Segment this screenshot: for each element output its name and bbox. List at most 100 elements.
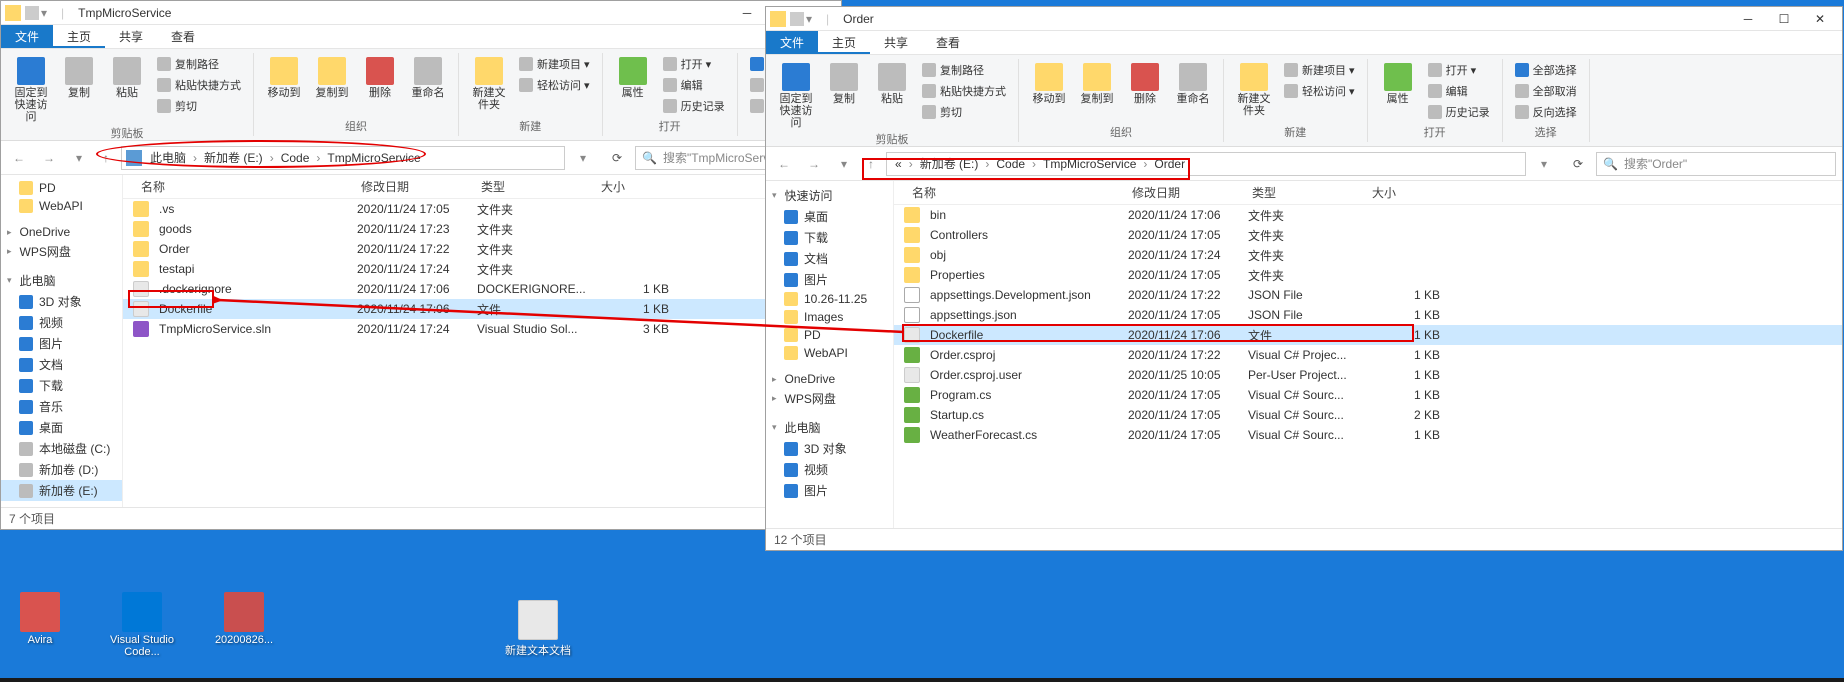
file-row[interactable]: appsettings.Development.json 2020/11/24 … xyxy=(894,285,1842,305)
copyto-button[interactable]: 复制到 xyxy=(1075,61,1119,107)
tab-file[interactable]: 文件 xyxy=(1,25,53,48)
nav-item[interactable]: 视频 xyxy=(766,459,893,480)
column-header-name[interactable]: 名称 xyxy=(133,178,353,195)
pasteshortcut-button[interactable]: 粘贴快捷方式 xyxy=(153,76,245,94)
file-row[interactable]: WeatherForecast.cs 2020/11/24 17:05 Visu… xyxy=(894,425,1842,445)
edit-button[interactable]: 编辑 xyxy=(659,76,729,94)
edit-button[interactable]: 编辑 xyxy=(1424,82,1494,100)
tab-home[interactable]: 主页 xyxy=(53,25,105,48)
search-input[interactable]: 🔍 搜索"Order" xyxy=(1596,152,1836,176)
breadcrumb-item[interactable]: Code xyxy=(992,157,1029,171)
file-row[interactable]: Controllers 2020/11/24 17:05 文件夹 xyxy=(894,225,1842,245)
quickaccess-icon[interactable] xyxy=(25,6,39,20)
file-list[interactable]: bin 2020/11/24 17:06 文件夹 Controllers 202… xyxy=(894,205,1842,528)
file-row[interactable]: Dockerfile 2020/11/24 17:06 文件 1 KB xyxy=(894,325,1842,345)
forward-button[interactable]: → xyxy=(37,146,61,170)
paste-button[interactable]: 粘贴 xyxy=(870,61,914,107)
minimize-button[interactable]: ─ xyxy=(729,1,765,25)
file-row[interactable]: TmpMicroService.sln 2020/11/24 17:24 Vis… xyxy=(123,319,841,339)
column-headers[interactable]: 名称修改日期类型大小 xyxy=(894,181,1842,205)
nav-item[interactable]: WebAPI xyxy=(1,197,122,215)
breadcrumb-item[interactable]: 新加卷 (E:) xyxy=(916,155,983,172)
breadcrumb-item[interactable]: Order xyxy=(1150,157,1189,171)
column-header-type[interactable]: 类型 xyxy=(1244,184,1364,201)
nav-item[interactable]: 10.26-11.25 xyxy=(766,290,893,308)
breadcrumb[interactable]: «›新加卷 (E:)›Code›TmpMicroService›Order xyxy=(886,152,1526,176)
nav-item[interactable]: WebAPI xyxy=(766,344,893,362)
delete-button[interactable]: 删除 xyxy=(1123,61,1167,107)
file-row[interactable]: .dockerignore 2020/11/24 17:06 DOCKERIGN… xyxy=(123,279,841,299)
cut-button[interactable]: 剪切 xyxy=(918,103,1010,121)
nav-pane[interactable]: ▾快速访问桌面下载文档图片10.26-11.25ImagesPDWebAPI▸O… xyxy=(766,181,894,528)
close-button[interactable]: ✕ xyxy=(1802,7,1838,31)
maximize-button[interactable]: ☐ xyxy=(1766,7,1802,31)
rename-button[interactable]: 重命名 xyxy=(406,55,450,101)
newitem-button[interactable]: 新建项目 ▾ xyxy=(1280,61,1359,79)
nav-item[interactable]: 图片 xyxy=(1,333,122,354)
breadcrumb-item[interactable]: Code xyxy=(277,151,314,165)
breadcrumb-item[interactable]: 新加卷 (E:) xyxy=(200,149,267,166)
taskbar[interactable] xyxy=(0,678,1844,682)
nav-item[interactable]: 图片 xyxy=(766,269,893,290)
up-button[interactable]: ↑ xyxy=(862,157,880,171)
desktop-txt-icon[interactable]: 新建文本文档 xyxy=(500,600,576,658)
desktop-icon[interactable]: Visual Studio Code... xyxy=(104,592,180,658)
nav-cloud-item[interactable]: ▸OneDrive xyxy=(766,370,893,388)
delete-button[interactable]: 删除 xyxy=(358,55,402,101)
file-row[interactable]: Order.csproj 2020/11/24 17:22 Visual C# … xyxy=(894,345,1842,365)
tab-home[interactable]: 主页 xyxy=(818,31,870,54)
selectinvert-button[interactable]: 反向选择 xyxy=(1511,103,1581,121)
nav-item[interactable]: 新加卷 (D:) xyxy=(1,459,122,480)
nav-thispc-header[interactable]: ▾此电脑 xyxy=(766,417,893,438)
breadcrumb[interactable]: 此电脑›新加卷 (E:)›Code›TmpMicroService xyxy=(121,146,565,170)
nav-item[interactable]: 图片 xyxy=(766,480,893,501)
nav-cloud-item[interactable]: ▸WPS网盘 xyxy=(1,241,122,262)
moveto-button[interactable]: 移动到 xyxy=(262,55,306,101)
copy-button[interactable]: 复制 xyxy=(822,61,866,107)
nav-item[interactable]: 3D 对象 xyxy=(766,438,893,459)
breadcrumb-item[interactable]: TmpMicroService xyxy=(1039,157,1140,171)
nav-item[interactable]: 3D 对象 xyxy=(1,291,122,312)
properties-button[interactable]: 属性 xyxy=(1376,61,1420,107)
recent-dropdown[interactable]: ▾ xyxy=(832,152,856,176)
copypath-button[interactable]: 复制路径 xyxy=(153,55,245,73)
nav-item[interactable]: 下载 xyxy=(1,375,122,396)
tab-share[interactable]: 共享 xyxy=(105,25,157,48)
titlebar[interactable]: ▾ | Order ─ ☐ ✕ xyxy=(766,7,1842,31)
nav-item[interactable]: 音乐 xyxy=(1,396,122,417)
nav-item[interactable]: 文档 xyxy=(1,354,122,375)
breadcrumb-item[interactable]: TmpMicroService xyxy=(323,151,424,165)
copypath-button[interactable]: 复制路径 xyxy=(918,61,1010,79)
newfolder-button[interactable]: 新建文件夹 xyxy=(467,55,511,113)
column-header-modified[interactable]: 修改日期 xyxy=(353,178,473,195)
file-row[interactable]: Dockerfile 2020/11/24 17:06 文件 1 KB xyxy=(123,299,841,319)
back-button[interactable]: ← xyxy=(7,146,31,170)
nav-item[interactable]: 新加卷 (E:) xyxy=(1,480,122,501)
pin-button[interactable]: 固定到快速访问 xyxy=(774,61,818,131)
selectall-button[interactable]: 全部选择 xyxy=(1511,61,1581,79)
refresh-button[interactable]: ⟳ xyxy=(1566,152,1590,176)
tab-file[interactable]: 文件 xyxy=(766,31,818,54)
selectnone-button[interactable]: 全部取消 xyxy=(1511,82,1581,100)
nav-item[interactable]: 下载 xyxy=(766,227,893,248)
nav-item[interactable]: 桌面 xyxy=(766,206,893,227)
tab-view[interactable]: 查看 xyxy=(157,25,209,48)
down-icon[interactable]: ▾ xyxy=(806,12,820,26)
properties-button[interactable]: 属性 xyxy=(611,55,655,101)
copyto-button[interactable]: 复制到 xyxy=(310,55,354,101)
file-row[interactable]: obj 2020/11/24 17:24 文件夹 xyxy=(894,245,1842,265)
breadcrumb-item[interactable]: « xyxy=(891,157,906,171)
back-button[interactable]: ← xyxy=(772,152,796,176)
column-header-name[interactable]: 名称 xyxy=(904,184,1124,201)
file-row[interactable]: Order 2020/11/24 17:22 文件夹 xyxy=(123,239,841,259)
up-button[interactable]: ↑ xyxy=(97,151,115,165)
file-row[interactable]: appsettings.json 2020/11/24 17:05 JSON F… xyxy=(894,305,1842,325)
recent-dropdown[interactable]: ▾ xyxy=(67,146,91,170)
open-button[interactable]: 打开 ▾ xyxy=(1424,61,1494,79)
tab-share[interactable]: 共享 xyxy=(870,31,922,54)
nav-item[interactable]: 桌面 xyxy=(1,417,122,438)
desktop-icon[interactable]: Avira xyxy=(2,592,78,658)
refresh-button[interactable]: ⟳ xyxy=(605,146,629,170)
file-row[interactable]: Program.cs 2020/11/24 17:05 Visual C# So… xyxy=(894,385,1842,405)
breadcrumb-dropdown[interactable]: ▾ xyxy=(1532,152,1556,176)
